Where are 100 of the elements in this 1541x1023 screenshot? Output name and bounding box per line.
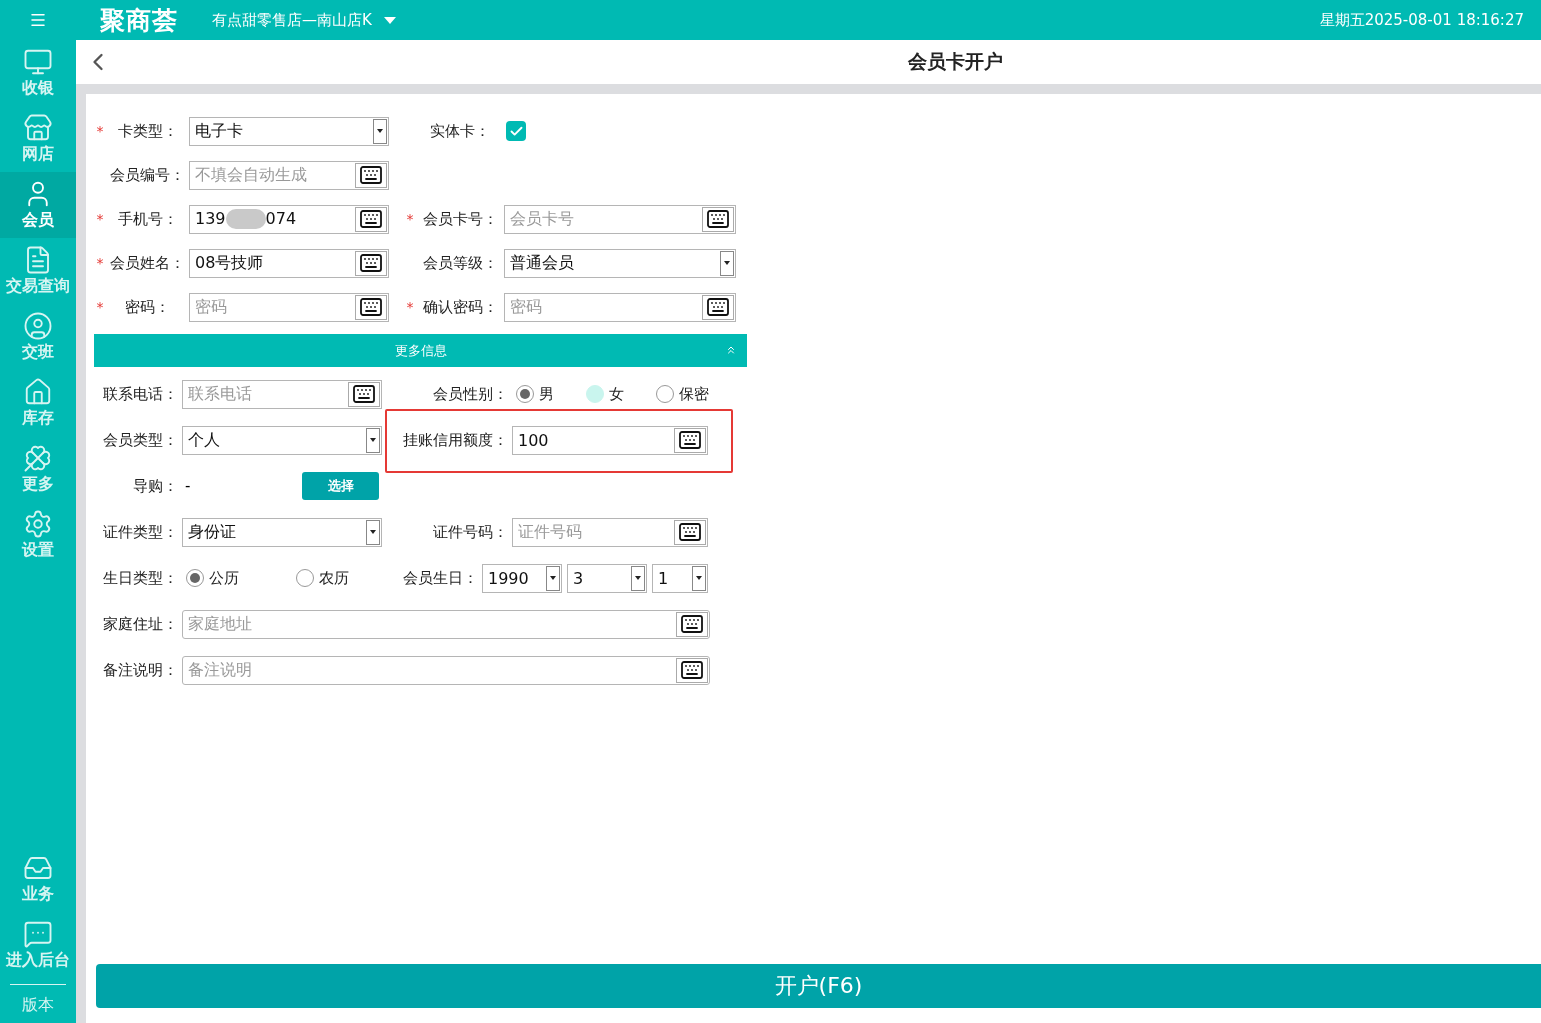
input-field[interactable]: 会员卡号 [504,204,736,234]
dropdown-button[interactable] [720,250,734,276]
field-label: 生日类型： [102,568,179,588]
keyboard-button[interactable] [355,162,387,188]
keyboard-button[interactable] [355,294,387,320]
keyboard-button[interactable] [676,611,708,637]
keyboard-icon [352,382,376,406]
phone-field[interactable]: 139 074 [189,204,389,234]
sidebar-item[interactable]: 交易查询 [0,238,76,304]
field-label: 会员生日： [402,568,479,588]
keyboard-button[interactable] [674,427,706,453]
caret-icon [370,438,376,442]
select-field[interactable]: 1990 [482,563,562,593]
keyboard-icon [706,295,730,319]
field-label: 密码： [124,297,171,317]
field-value: 3 [573,568,585,588]
placeholder-text: 家庭地址 [188,613,253,635]
placeholder-text: 密码 [510,296,543,318]
logo: 聚商荟 [100,4,178,37]
redaction-blur [225,209,266,230]
page-title: 会员卡开户 [908,49,1003,74]
keyboard-icon [359,207,383,231]
placeholder-text: 联系电话 [188,383,253,405]
dropdown-button[interactable] [366,519,380,545]
sidebar-item[interactable]: 进入后台 [0,912,76,978]
input-field[interactable]: 备注说明 [182,655,710,685]
field-label: 备注说明： [102,660,179,680]
select-field[interactable]: 电子卡 [189,116,389,146]
input-field[interactable]: 密码 [189,292,389,322]
field-label: 会员等级： [421,253,499,273]
nav-icon [23,919,53,949]
select-field[interactable]: 个人 [182,425,382,455]
keyboard-icon [680,612,704,636]
input-field[interactable]: 不填会自动生成 [189,160,389,190]
select-field[interactable]: 3 [567,563,647,593]
field-label: 会员性别： [432,384,509,404]
menu-icon [29,11,47,29]
nav-icon [23,311,53,341]
field-label: 会员卡号： [421,209,499,229]
input-field[interactable]: 100 [512,425,708,455]
keyboard-button[interactable] [702,206,734,232]
sidebar-item[interactable]: 设置 [0,502,76,568]
keyboard-button[interactable] [355,250,387,276]
input-field[interactable]: 08号技师 [189,248,389,278]
sidebar-item[interactable]: 收银 [0,40,76,106]
keyboard-button[interactable] [702,294,734,320]
radio-option[interactable]: 公历 [182,568,292,588]
field-label: 挂账信用额度： [402,430,509,450]
field-label: 证件类型： [102,522,179,542]
select-field[interactable]: 身份证 [182,517,382,547]
select-field[interactable]: 普通会员 [504,248,736,278]
dropdown-button[interactable] [546,565,560,591]
input-field[interactable]: 证件号码 [512,517,708,547]
field-value: 08号技师 [195,252,265,274]
checkbox[interactable] [506,121,526,141]
field-value: 身份证 [188,521,237,543]
sidebar-item[interactable]: 库存 [0,370,76,436]
input-field[interactable]: 家庭地址 [182,609,710,639]
keyboard-button[interactable] [676,657,708,683]
radio-option[interactable]: 男 [512,384,582,404]
select-field[interactable]: 1 [652,563,708,593]
input-field[interactable]: 密码 [504,292,736,322]
submit-button[interactable]: 开户(F6) [96,964,1541,1008]
keyboard-icon [680,658,704,682]
radio-option[interactable]: 保密 [652,384,722,404]
keyboard-icon [706,207,730,231]
caret-icon [696,576,702,580]
field-value: 100 [518,430,550,450]
sidebar-item[interactable]: 会员 [0,172,76,238]
field-value: 1 [658,568,670,588]
required-mark: * [405,299,415,315]
sidebar-item[interactable]: 交班 [0,304,76,370]
input-field[interactable]: 联系电话 [182,379,382,409]
phone-number-end: 074 [265,208,297,228]
store-selector[interactable]: 有点甜零售店—南山店K [212,10,396,30]
dropdown-button[interactable] [692,565,706,591]
field-label: 手机号： [116,209,179,229]
dropdown-button[interactable] [631,565,645,591]
placeholder-text: 密码 [195,296,228,318]
nav-icon [23,113,53,143]
sidebar-item[interactable]: 业务 [0,846,76,912]
dropdown-button[interactable] [366,427,380,453]
sidebar-item[interactable]: 更多 [0,436,76,502]
nav-icon [23,47,53,77]
radio-option[interactable]: 女 [582,384,652,404]
keyboard-button[interactable] [348,381,380,407]
sidebar-item[interactable]: 网店 [0,106,76,172]
datetime: 星期五2025-08-01 18:16:27 [1319,10,1524,30]
field-label: 实体卡： [429,121,491,141]
select-button[interactable]: 选择 [302,472,379,500]
field-label: 联系电话： [102,384,179,404]
radio-option[interactable]: 农历 [292,568,402,588]
keyboard-button[interactable] [355,206,387,232]
keyboard-button[interactable] [674,519,706,545]
keyboard-icon [359,295,383,319]
more-info-bar[interactable]: 更多信息 [94,334,747,367]
placeholder-text: 不填会自动生成 [195,164,308,186]
dropdown-button[interactable] [373,118,387,144]
phone-number-start: 139 [195,208,226,228]
placeholder-text: 备注说明 [188,659,253,681]
